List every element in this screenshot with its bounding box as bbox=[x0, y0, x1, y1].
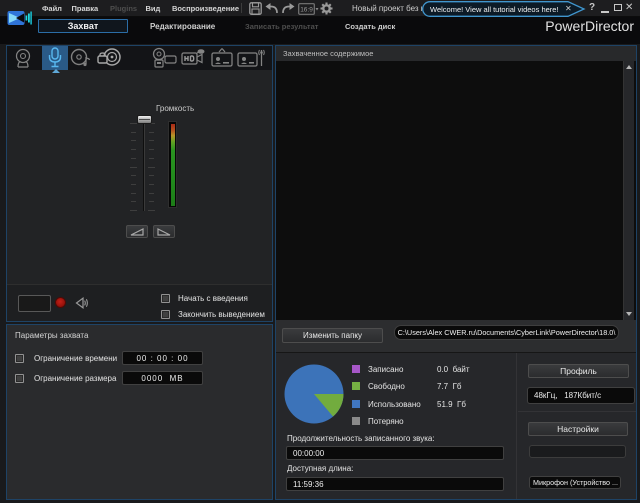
svg-text:16:9: 16:9 bbox=[300, 7, 313, 14]
